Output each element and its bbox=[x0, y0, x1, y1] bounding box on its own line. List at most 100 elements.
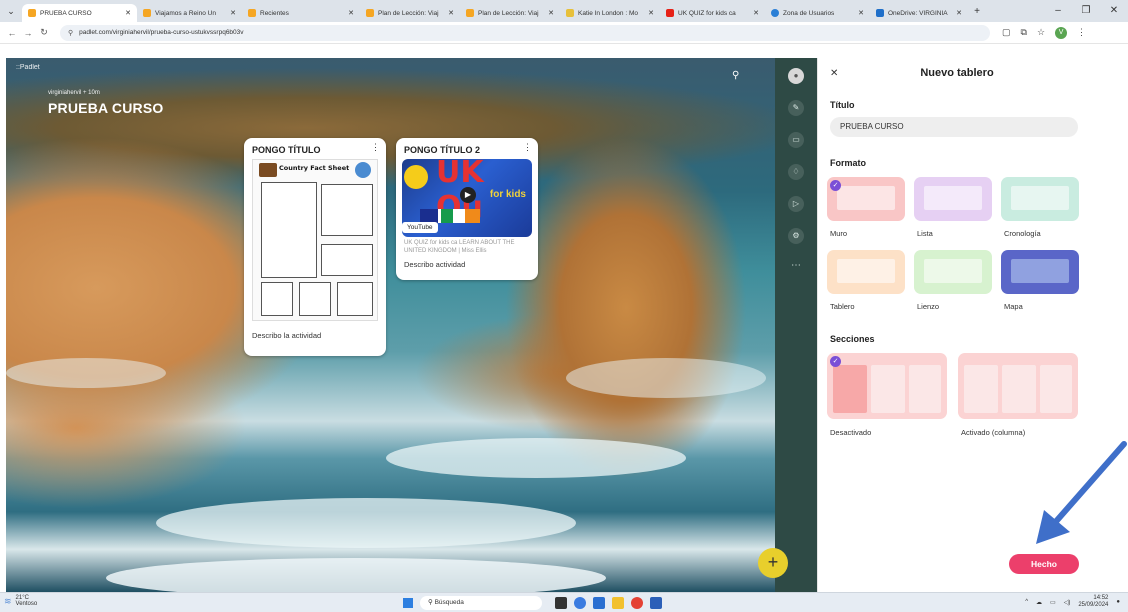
sections-option-activado[interactable] bbox=[958, 353, 1078, 419]
search-icon[interactable]: ⚲ bbox=[732, 70, 739, 81]
add-post-button[interactable]: + bbox=[758, 548, 788, 578]
tab-plan-leccion-2[interactable]: Plan de Lección: Viaj ✕ bbox=[460, 4, 560, 22]
close-icon[interactable]: ✕ bbox=[956, 9, 962, 17]
minimize-icon[interactable]: – bbox=[1044, 0, 1072, 22]
more-dots-icon[interactable]: ⋯ bbox=[788, 258, 804, 274]
share-icon[interactable]: ▭ bbox=[788, 132, 804, 148]
chrome-icon[interactable] bbox=[631, 597, 643, 609]
padlet-favicon-icon bbox=[143, 9, 151, 17]
close-icon[interactable]: ✕ bbox=[448, 9, 454, 17]
post-title: PONGO TÍTULO 2 bbox=[404, 145, 481, 155]
close-icon[interactable]: ✕ bbox=[348, 9, 354, 17]
windows-start-icon[interactable] bbox=[403, 598, 413, 608]
link-title[interactable]: UK QUIZ for kids ca LEARN ABOUT THE UNIT… bbox=[396, 237, 538, 256]
file-explorer-icon[interactable] bbox=[612, 597, 624, 609]
new-tab-button[interactable]: + bbox=[968, 6, 986, 17]
taskbar-search[interactable]: ⚲ Búsqueda bbox=[420, 596, 542, 610]
tab-viajamos[interactable]: Viajamos a Reino Un ✕ bbox=[137, 4, 242, 22]
clock[interactable]: 14:52 25/09/2024 bbox=[1078, 595, 1108, 609]
edge-icon[interactable] bbox=[574, 597, 586, 609]
format-option-lista[interactable] bbox=[914, 177, 992, 221]
post-card-2[interactable]: PONGO TÍTULO 2 ⋮ UK Qu for kids ▶ YouTub… bbox=[396, 138, 538, 280]
padlet-logo[interactable]: ::Padlet bbox=[16, 64, 40, 71]
notification-icon[interactable]: ● bbox=[1116, 599, 1120, 605]
weather-widget[interactable]: ≋ 21°C Ventoso bbox=[4, 595, 37, 607]
smiley-icon bbox=[404, 165, 428, 189]
site-info-icon[interactable]: ⚲ bbox=[68, 29, 73, 37]
forward-icon[interactable]: → bbox=[20, 28, 36, 38]
tab-recientes[interactable]: Recientes ✕ bbox=[242, 4, 360, 22]
address-bar-actions: ▢ ⧉ ☆ V ⋮ bbox=[1002, 26, 1086, 39]
notification-bell-icon[interactable]: ♢ bbox=[788, 164, 804, 180]
format-option-mapa[interactable] bbox=[1001, 250, 1079, 294]
format-label-muro: Muro bbox=[830, 229, 848, 238]
cast-icon[interactable]: ▢ bbox=[1002, 27, 1011, 38]
tab-plan-leccion-1[interactable]: Plan de Lección: Viaj ✕ bbox=[360, 4, 460, 22]
close-icon[interactable]: ✕ bbox=[230, 9, 236, 17]
done-button[interactable]: Hecho bbox=[1009, 554, 1079, 574]
volume-icon[interactable]: ◁) bbox=[1064, 599, 1071, 606]
reload-icon[interactable]: ↻ bbox=[36, 27, 52, 38]
bookmark-star-icon[interactable]: ☆ bbox=[1037, 27, 1045, 38]
format-option-tablero[interactable] bbox=[827, 250, 905, 294]
format-label-tablero: Tablero bbox=[830, 302, 855, 311]
post-description: Describo actividad bbox=[404, 259, 466, 269]
os-taskbar: ≋ 21°C Ventoso ⚲ Búsqueda ^ ☁ ▭ ◁) 14:52… bbox=[0, 592, 1128, 612]
sections-option-desactivado[interactable]: ✓ bbox=[827, 353, 947, 419]
format-option-muro[interactable]: ✓ bbox=[827, 177, 905, 221]
board-title[interactable]: PRUEBA CURSO bbox=[48, 100, 163, 116]
url-field[interactable]: ⚲ padlet.com/virginiahervil/prueba-curso… bbox=[60, 24, 990, 41]
restore-icon[interactable]: ❐ bbox=[1072, 0, 1100, 22]
check-icon: ✓ bbox=[830, 356, 841, 367]
profile-avatar[interactable]: V bbox=[1055, 26, 1068, 39]
word-icon[interactable] bbox=[650, 597, 662, 609]
search-icon: ⚲ bbox=[428, 599, 435, 606]
padlet-favicon-icon bbox=[248, 9, 256, 17]
slideshow-play-icon[interactable]: ▷ bbox=[788, 196, 804, 212]
install-icon[interactable]: ⧉ bbox=[1021, 27, 1027, 38]
title-input[interactable]: PRUEBA CURSO bbox=[830, 117, 1078, 137]
board-tool-rail: ● ✎ ▭ ♢ ▷ ⚙ ⋯ bbox=[775, 58, 817, 592]
chevron-up-icon[interactable]: ^ bbox=[1025, 599, 1028, 605]
tab-uk-quiz[interactable]: UK QUIZ for kids ca ✕ bbox=[660, 4, 765, 22]
tab-prueba-curso[interactable]: PRUEBA CURSO ✕ bbox=[22, 4, 137, 22]
katie-favicon-icon bbox=[566, 9, 574, 17]
close-icon[interactable]: ✕ bbox=[548, 9, 554, 17]
play-icon[interactable]: ▶ bbox=[460, 187, 476, 203]
tab-zona-usuarios[interactable]: Zona de Usuarios ✕ bbox=[765, 4, 870, 22]
video-thumbnail[interactable]: UK Qu for kids ▶ YouTube bbox=[402, 159, 532, 237]
post-menu-icon[interactable]: ⋮ bbox=[523, 142, 532, 153]
sections-label-desactivado: Desactivado bbox=[830, 428, 872, 437]
task-view-icon[interactable] bbox=[555, 597, 567, 609]
format-label-lienzo: Lienzo bbox=[917, 302, 940, 311]
close-icon[interactable]: ✕ bbox=[125, 9, 131, 17]
back-icon[interactable]: ← bbox=[4, 28, 20, 38]
tab-katie-in-london[interactable]: Katie In London : Mo ✕ bbox=[560, 4, 660, 22]
close-icon[interactable]: ✕ bbox=[858, 9, 864, 17]
settings-gear-icon[interactable]: ⚙ bbox=[788, 228, 804, 244]
tab-onedrive[interactable]: OneDrive: VIRGINIA ✕ bbox=[870, 4, 968, 22]
address-bar-row: ← → ↻ ⚲ padlet.com/virginiahervil/prueba… bbox=[0, 22, 1128, 44]
onedrive-favicon-icon bbox=[876, 9, 884, 17]
post-description: Describo la actividad bbox=[252, 331, 322, 340]
format-option-lienzo[interactable] bbox=[914, 250, 992, 294]
tab-search-icon[interactable]: ⌄ bbox=[0, 0, 22, 22]
store-icon[interactable] bbox=[593, 597, 605, 609]
user-avatar-icon[interactable]: ● bbox=[788, 68, 804, 84]
network-icon[interactable]: ▭ bbox=[1050, 599, 1056, 606]
close-window-icon[interactable]: ✕ bbox=[1100, 0, 1128, 22]
edit-pencil-icon[interactable]: ✎ bbox=[788, 100, 804, 116]
onedrive-tray-icon[interactable]: ☁ bbox=[1036, 599, 1042, 606]
format-option-cronologia[interactable] bbox=[1001, 177, 1079, 221]
format-label-lista: Lista bbox=[917, 229, 933, 238]
zona-favicon-icon bbox=[771, 9, 779, 17]
post-card-1[interactable]: PONGO TÍTULO ⋮ Country Fact Sheet Descri… bbox=[244, 138, 386, 356]
post-menu-icon[interactable]: ⋮ bbox=[371, 142, 380, 153]
browser-tab-bar: ⌄ PRUEBA CURSO ✕ Viajamos a Reino Un ✕ R… bbox=[0, 0, 1128, 22]
padlet-favicon-icon bbox=[366, 9, 374, 17]
format-label: Formato bbox=[830, 158, 866, 168]
worksheet-heading: Country Fact Sheet bbox=[279, 164, 350, 172]
close-icon[interactable]: ✕ bbox=[753, 9, 759, 17]
more-menu-icon[interactable]: ⋮ bbox=[1077, 27, 1086, 38]
close-icon[interactable]: ✕ bbox=[648, 9, 654, 17]
